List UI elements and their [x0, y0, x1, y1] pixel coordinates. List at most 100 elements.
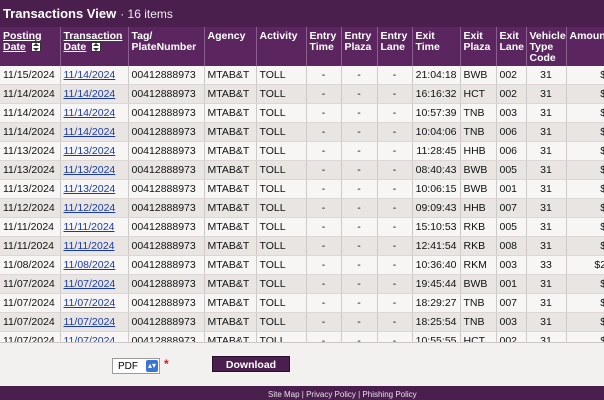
transaction-date-link[interactable]: 11/07/2024: [64, 297, 116, 309]
cell-entry-time: -: [306, 103, 342, 123]
cell-tag-plate: 00412888973: [128, 274, 205, 294]
cell-exit-plaza: RKB: [460, 236, 497, 256]
cell-exit-lane: 001: [496, 274, 527, 294]
transaction-date-link[interactable]: 11/13/2024: [64, 164, 116, 176]
cell-exit-plaza: TNB: [460, 122, 497, 142]
cell-transaction-date: 11/14/2024: [60, 66, 129, 85]
cell-transaction-date: 11/12/2024: [60, 198, 129, 218]
cell-exit-plaza: HHB: [460, 141, 497, 161]
sort-icon[interactable]: [30, 42, 41, 53]
export-format-select[interactable]: PDF ▴▾: [112, 358, 160, 374]
sort-icon[interactable]: [91, 42, 102, 53]
transaction-date-link[interactable]: 11/08/2024: [64, 259, 116, 271]
transaction-date-link[interactable]: 11/14/2024: [64, 69, 116, 81]
transaction-date-link[interactable]: 11/14/2024: [64, 88, 116, 100]
cell-entry-time: -: [306, 122, 342, 142]
cell-exit-lane: 002: [496, 331, 527, 342]
cell-posting-date: 11/08/2024: [0, 255, 61, 275]
cell-transaction-date: 11/11/2024: [60, 236, 129, 256]
transaction-date-link[interactable]: 11/07/2024: [64, 316, 116, 328]
cell-entry-plaza: -: [341, 274, 378, 294]
cell-exit-time: 18:25:54: [412, 312, 461, 332]
cell-exit-plaza: BWB: [460, 179, 497, 199]
cell-amount: $6.94: [566, 274, 604, 294]
dropdown-arrow-icon[interactable]: ▴▾: [146, 360, 158, 372]
cell-exit-plaza: BWB: [460, 66, 497, 85]
cell-entry-time: -: [306, 255, 342, 275]
cell-exit-time: 10:04:06: [412, 122, 461, 142]
cell-amount: $6.94: [566, 179, 604, 199]
cell-exit-lane: 008: [496, 236, 527, 256]
transaction-date-link[interactable]: 11/14/2024: [64, 126, 116, 138]
col-exit-lane: Exit Lane: [496, 27, 527, 66]
table-row: 11/11/2024 11/11/2024 00412888973 MTAB&T TOL…: [0, 217, 604, 237]
transaction-date-link[interactable]: 11/13/2024: [64, 145, 116, 157]
cell-vehicle-type: 31: [526, 293, 567, 313]
cell-vehicle-type: 33: [526, 255, 567, 275]
cell-exit-lane: 003: [496, 255, 527, 275]
transaction-date-link[interactable]: 11/07/2024: [64, 278, 116, 290]
table-row: 11/14/2024 11/14/2024 00412888973 MTAB&T TOL…: [0, 84, 604, 104]
cell-entry-lane: -: [377, 312, 413, 332]
table-body: 11/15/2024 11/14/2024 00412888973 MTAB&T TOL…: [0, 66, 604, 342]
col-entry-lane: Entry Lane: [377, 27, 413, 66]
cell-exit-plaza: HCT: [460, 84, 497, 104]
transaction-date-link[interactable]: 11/14/2024: [64, 107, 116, 119]
table-row: 11/13/2024 11/13/2024 00412888973 MTAB&T TOL…: [0, 160, 604, 180]
cell-exit-time: 16:16:32: [412, 84, 461, 104]
cell-exit-lane: 006: [496, 122, 527, 142]
cell-entry-time: -: [306, 198, 342, 218]
cell-agency: MTAB&T: [204, 274, 257, 294]
cell-exit-time: 12:41:54: [412, 236, 461, 256]
item-count: · 16 items: [120, 6, 173, 21]
cell-vehicle-type: 31: [526, 84, 567, 104]
cell-posting-date: 11/13/2024: [0, 179, 61, 199]
transaction-date-link[interactable]: 11/07/2024: [64, 335, 116, 342]
cell-transaction-date: 11/13/2024: [60, 141, 129, 161]
cell-exit-time: 10:57:39: [412, 103, 461, 123]
transaction-date-link[interactable]: 11/11/2024: [64, 240, 115, 252]
cell-entry-plaza: -: [341, 179, 378, 199]
cell-entry-time: -: [306, 217, 342, 237]
transaction-date-link[interactable]: 11/13/2024: [64, 183, 116, 195]
cell-amount: $3.18: [566, 141, 604, 161]
table-row: 11/13/2024 11/13/2024 00412888973 MTAB&T TOL…: [0, 141, 604, 161]
col-transaction-date[interactable]: Transaction Date: [60, 27, 129, 66]
cell-transaction-date: 11/07/2024: [60, 293, 129, 313]
transactions-table: Posting Date Transaction Date Tag/ Plate…: [0, 27, 604, 342]
cell-entry-lane: -: [377, 160, 413, 180]
table-row: 11/11/2024 11/11/2024 00412888973 MTAB&T TOL…: [0, 236, 604, 256]
cell-tag-plate: 00412888973: [128, 66, 205, 85]
download-button[interactable]: Download: [212, 356, 290, 372]
transaction-date-link[interactable]: 11/11/2024: [64, 221, 115, 233]
cell-agency: MTAB&T: [204, 293, 257, 313]
table-row: 11/07/2024 11/07/2024 00412888973 MTAB&T TOL…: [0, 293, 604, 313]
cell-transaction-date: 11/14/2024: [60, 103, 129, 123]
cell-amount: $6.94: [566, 217, 604, 237]
cell-amount: $3.18: [566, 198, 604, 218]
cell-exit-time: 10:36:40: [412, 255, 461, 275]
cell-amount: $6.94: [566, 122, 604, 142]
col-posting-date[interactable]: Posting Date: [0, 27, 61, 66]
cell-vehicle-type: 31: [526, 331, 567, 342]
transactions-table-container[interactable]: Posting Date Transaction Date Tag/ Plate…: [0, 27, 604, 342]
cell-activity: TOLL: [256, 331, 307, 342]
export-format-value: PDF: [118, 360, 138, 372]
footer-links[interactable]: Site Map | Privacy Policy | Phishing Pol…: [268, 390, 417, 399]
cell-entry-time: -: [306, 84, 342, 104]
cell-tag-plate: 00412888973: [128, 331, 205, 342]
col-activity: Activity: [256, 27, 307, 66]
cell-entry-time: -: [306, 274, 342, 294]
table-row: 11/15/2024 11/14/2024 00412888973 MTAB&T TOL…: [0, 66, 604, 85]
cell-transaction-date: 11/14/2024: [60, 122, 129, 142]
page-title: Transactions View: [3, 6, 117, 21]
cell-entry-lane: -: [377, 84, 413, 104]
cell-exit-lane: 005: [496, 217, 527, 237]
cell-entry-lane: -: [377, 66, 413, 85]
cell-exit-time: 10:55:55: [412, 331, 461, 342]
transaction-date-link[interactable]: 11/12/2024: [64, 202, 116, 214]
col-exit-time: Exit Time: [412, 27, 461, 66]
cell-activity: TOLL: [256, 66, 307, 85]
cell-exit-plaza: BWB: [460, 160, 497, 180]
cell-entry-time: -: [306, 160, 342, 180]
